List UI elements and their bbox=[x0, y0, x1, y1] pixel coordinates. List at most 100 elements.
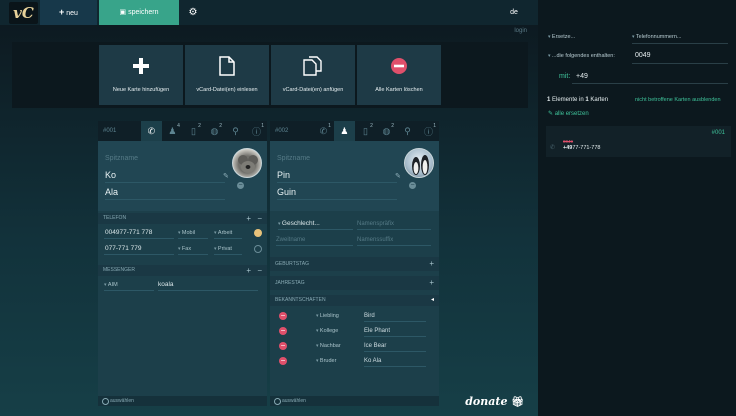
last-name-field[interactable]: Guin bbox=[277, 184, 397, 200]
search-input[interactable]: 0049 bbox=[635, 52, 651, 59]
card-tabs: #001 ✆ ♟ 4 ▯ 2 ◍ 2 ⚲ ⓘ 1 bbox=[98, 121, 267, 141]
phone-row: 077-771 779 Fax Privat bbox=[98, 242, 267, 256]
replace-all-button[interactable]: ✎ alle ersetzen bbox=[548, 110, 589, 117]
tab-info[interactable]: ⓘ 1 bbox=[418, 121, 439, 141]
new-value-rest: 77-771-778 bbox=[572, 145, 601, 151]
phone-type-select[interactable]: Fax bbox=[178, 242, 208, 255]
relation-type-select[interactable]: Bruder bbox=[316, 354, 337, 368]
select-card-toggle[interactable]: auswählen bbox=[270, 396, 439, 406]
add-messenger-icon[interactable]: + bbox=[246, 265, 251, 276]
phone-number-field[interactable]: 077-771 779 bbox=[104, 242, 174, 255]
new-button-label: neu bbox=[66, 10, 78, 17]
relation-type-select[interactable]: Liebling bbox=[316, 309, 339, 323]
name-prefix-field[interactable]: Namenspräfix bbox=[357, 217, 431, 230]
relation-name-field[interactable]: Ele Phant bbox=[364, 324, 426, 337]
tab-badge: 2 bbox=[219, 123, 222, 129]
preferred-radio[interactable] bbox=[254, 229, 262, 237]
append-vcard-button[interactable]: vCard-Datei(en) anfügen bbox=[271, 45, 355, 105]
avatar[interactable] bbox=[404, 148, 434, 178]
login-link[interactable]: login bbox=[514, 28, 527, 34]
condition-select[interactable]: ...die folgendes enthalten: bbox=[548, 53, 615, 59]
tab-badge: 1 bbox=[261, 123, 265, 129]
phone-icon: ✆ bbox=[550, 145, 556, 151]
relation-name-field[interactable]: Ko Ala bbox=[364, 354, 426, 367]
select-card-toggle[interactable]: auswählen bbox=[98, 396, 267, 406]
replace-all-label: alle ersetzen bbox=[554, 111, 589, 117]
last-name-field[interactable]: Ala bbox=[105, 184, 225, 200]
relation-name-field[interactable]: Bird bbox=[364, 309, 426, 322]
middle-name-field[interactable]: Zweitname bbox=[276, 233, 353, 246]
remove-messenger-icon[interactable]: − bbox=[257, 265, 262, 276]
tab-person[interactable]: ♟ bbox=[333, 121, 355, 141]
avatar[interactable] bbox=[232, 148, 262, 178]
anniversary-section-title: JAHRESTAG bbox=[275, 280, 305, 286]
relation-type-select[interactable]: Nachbar bbox=[316, 339, 341, 353]
relation-type-select[interactable]: Kollege bbox=[316, 324, 338, 338]
tab-doc[interactable]: ▯ 2 bbox=[355, 121, 376, 141]
tab-globe[interactable]: ◍ 2 bbox=[376, 121, 397, 141]
globe-icon: ◍ bbox=[210, 125, 219, 136]
anniversary-section-header: JAHRESTAG + bbox=[270, 276, 439, 290]
new-button[interactable]: + neu bbox=[40, 0, 97, 25]
remove-photo-icon[interactable]: − bbox=[237, 182, 244, 189]
tab-people[interactable]: ♟ 4 bbox=[162, 121, 183, 141]
gift-icon: 🎁︎ bbox=[511, 397, 524, 408]
nickname-field[interactable]: Spitzname bbox=[277, 155, 310, 162]
phone-number-field[interactable]: 004977-771 778 bbox=[104, 226, 174, 239]
remove-relation-icon[interactable]: − bbox=[279, 342, 287, 350]
save-button[interactable]: ▣ speichern bbox=[99, 0, 179, 25]
collapse-icon[interactable]: ◂ bbox=[431, 295, 434, 306]
tab-phone[interactable]: ✆ 1 bbox=[313, 121, 334, 141]
tab-globe[interactable]: ◍ 2 bbox=[204, 121, 225, 141]
tab-phone[interactable]: ✆ bbox=[140, 121, 162, 141]
gender-select[interactable]: Geschlecht... bbox=[278, 217, 353, 230]
add-anniversary-icon[interactable]: + bbox=[429, 276, 434, 290]
add-birthday-icon[interactable]: + bbox=[429, 257, 434, 271]
new-value: +4977-771-778 bbox=[563, 145, 600, 151]
tab-location[interactable]: ⚲ bbox=[225, 121, 246, 141]
first-name-field[interactable]: Pin bbox=[277, 167, 397, 183]
doc-icon: ▯ bbox=[362, 125, 368, 136]
gear-icon[interactable]: ⚙ bbox=[182, 0, 204, 25]
delete-all-button[interactable]: Alle Karten löschen bbox=[357, 45, 441, 105]
remove-relation-icon[interactable]: − bbox=[279, 327, 287, 335]
import-vcard-button[interactable]: vCard-Datei(en) einlesen bbox=[185, 45, 269, 105]
remove-phone-icon[interactable]: − bbox=[257, 213, 262, 224]
tab-doc[interactable]: ▯ 2 bbox=[183, 121, 204, 141]
hide-unaffected-link[interactable]: nicht betroffene Karten ausblenden bbox=[635, 97, 721, 103]
remove-relation-icon[interactable]: − bbox=[279, 357, 287, 365]
delete-icon bbox=[357, 55, 441, 77]
preferred-radio[interactable] bbox=[254, 245, 262, 253]
contact-card-koala[interactable]: #001 ✆ ♟ 4 ▯ 2 ◍ 2 ⚲ ⓘ 1 Spitzname Ko Ala ✎ … bbox=[98, 121, 267, 406]
messenger-service-select[interactable]: AIM bbox=[104, 278, 154, 291]
info-icon: ⓘ bbox=[424, 126, 434, 137]
nickname-field[interactable]: Spitzname bbox=[105, 155, 138, 162]
first-name-field[interactable]: Ko bbox=[105, 167, 225, 183]
import-vcard-label: vCard-Datei(en) einlesen bbox=[196, 87, 258, 93]
replace-panel: Ersetze... Telefonnummern... ...die folg… bbox=[538, 0, 736, 416]
relation-name-field[interactable]: Ice Bear bbox=[364, 339, 426, 352]
name-suffix-field[interactable]: Namenssuffix bbox=[357, 233, 431, 246]
contact-card-penguin[interactable]: #002 ✆ 1 ♟ ▯ 2 ◍ 2 ⚲ ⓘ 1 Spitzname Pin Guin … bbox=[270, 121, 439, 406]
messenger-handle-field[interactable]: koala bbox=[158, 278, 258, 291]
phone-category-select[interactable]: Arbeit bbox=[214, 226, 242, 239]
replace-mode-select[interactable]: Ersetze... bbox=[548, 34, 575, 40]
add-card-button[interactable]: Neue Karte hinzufügen bbox=[99, 45, 183, 105]
phone-type-select[interactable]: Mobil bbox=[178, 226, 208, 239]
add-phone-icon[interactable]: + bbox=[246, 213, 251, 224]
edit-icon[interactable]: ✎ bbox=[223, 172, 229, 180]
phone-section-header: TELEFON + − bbox=[98, 213, 267, 224]
tab-location[interactable]: ⚲ bbox=[397, 121, 418, 141]
globe-icon: ◍ bbox=[382, 125, 391, 136]
doc-icon: ▯ bbox=[190, 125, 196, 136]
replace-input[interactable]: +49 bbox=[576, 73, 588, 80]
result-card-id[interactable]: #001 bbox=[712, 130, 725, 136]
replace-field-select[interactable]: Telefonnummern... bbox=[632, 34, 682, 40]
edit-icon[interactable]: ✎ bbox=[395, 172, 401, 180]
remove-relation-icon[interactable]: − bbox=[279, 312, 287, 320]
remove-photo-icon[interactable]: − bbox=[409, 182, 416, 189]
phone-category-select[interactable]: Privat bbox=[214, 242, 242, 255]
language-select[interactable]: de bbox=[500, 0, 528, 25]
donate-link[interactable]: donate 🎁︎ bbox=[465, 395, 524, 408]
tab-info[interactable]: ⓘ 1 bbox=[246, 121, 267, 141]
